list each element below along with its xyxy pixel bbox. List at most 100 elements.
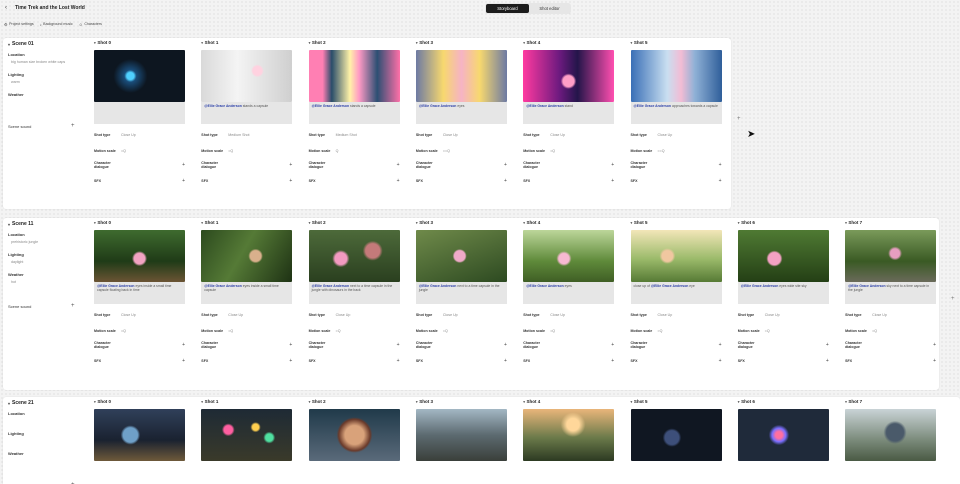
character-mention[interactable]: @Ellie Grace Anderson xyxy=(526,104,563,108)
shot-type-field[interactable]: Shot type Close Up xyxy=(309,312,400,318)
shot-type-field[interactable]: Shot type Close Up xyxy=(631,132,722,138)
add-character-dialogue-button[interactable]: + xyxy=(182,342,185,348)
shot-type-field[interactable]: Shot type Medium Shot xyxy=(201,132,292,138)
sfx-row[interactable]: SFX + xyxy=(94,358,185,364)
shot-description[interactable]: @Ellie Grace Anderson sky next to a time… xyxy=(845,282,937,304)
character-mention[interactable]: @Ellie Grace Anderson xyxy=(741,284,778,288)
shot-image[interactable] xyxy=(94,409,185,461)
shot-description[interactable]: @Ellie Grace Anderson eyes inside a smal… xyxy=(201,282,293,304)
add-character-dialogue-button[interactable]: + xyxy=(719,162,722,168)
add-sfx-button[interactable]: + xyxy=(719,178,722,184)
shot-header[interactable]: ▾ Shot 6 xyxy=(738,399,755,404)
add-shot-button[interactable]: + xyxy=(951,296,955,302)
character-dialogue-row[interactable]: Character dialogue + xyxy=(631,341,722,349)
chevron-down-icon[interactable]: ▾ xyxy=(309,221,311,225)
motion-scale-value[interactable]: =Q xyxy=(336,329,341,333)
add-character-dialogue-button[interactable]: + xyxy=(611,342,614,348)
shot-image[interactable] xyxy=(94,50,185,102)
shot-type-value[interactable]: Close Up xyxy=(228,313,243,317)
motion-scale-value[interactable]: =Q xyxy=(872,329,877,333)
location-field[interactable]: big human size broken white caps xyxy=(11,60,65,64)
chevron-down-icon[interactable]: ▾ xyxy=(8,42,10,47)
shot-image[interactable] xyxy=(845,230,937,282)
motion-scale-value[interactable]: =Q xyxy=(765,329,770,333)
shot-image[interactable] xyxy=(523,409,615,461)
add-sfx-button[interactable]: + xyxy=(397,178,400,184)
lighting-field[interactable]: daylight xyxy=(11,260,23,264)
sfx-row[interactable]: SFX + xyxy=(631,358,722,364)
shot-type-value[interactable]: Close Up xyxy=(121,133,136,137)
shot-type-value[interactable]: Close Up xyxy=(658,133,673,137)
motion-scale-field[interactable]: Motion scale ==Q xyxy=(416,148,507,154)
sfx-row[interactable]: SFX + xyxy=(416,178,507,184)
motion-scale-value[interactable]: =Q xyxy=(121,149,126,153)
character-mention[interactable]: @Ellie Grace Anderson xyxy=(526,284,563,288)
chevron-down-icon[interactable]: ▾ xyxy=(631,221,633,225)
chevron-down-icon[interactable]: ▾ xyxy=(309,41,311,45)
motion-scale-value[interactable]: =Q xyxy=(550,329,555,333)
character-dialogue-row[interactable]: Character dialogue + xyxy=(738,341,829,349)
add-character-dialogue-button[interactable]: + xyxy=(397,162,400,168)
chevron-down-icon[interactable]: ▾ xyxy=(94,41,96,45)
shot-image[interactable] xyxy=(415,230,507,282)
shot-image[interactable] xyxy=(308,409,400,461)
tab-storyboard[interactable]: Storyboard xyxy=(486,4,529,13)
shot-description[interactable]: @Ellie Grace Anderson eyes xyxy=(523,282,615,304)
shot-header[interactable]: ▾ Shot 3 xyxy=(416,220,433,225)
add-character-dialogue-button[interactable]: + xyxy=(182,162,185,168)
character-dialogue-row[interactable]: Character dialogue + xyxy=(845,341,936,349)
shot-image[interactable] xyxy=(630,230,722,282)
character-mention[interactable]: @Ellie Grace Anderson xyxy=(419,104,456,108)
character-dialogue-row[interactable]: Character dialogue + xyxy=(631,161,722,169)
sfx-row[interactable]: SFX + xyxy=(309,178,400,184)
project-settings-button[interactable]: ⚙ Project settings xyxy=(4,20,34,28)
add-character-dialogue-button[interactable]: + xyxy=(611,162,614,168)
shot-description[interactable]: @Ellie Grace Anderson approaches towards… xyxy=(630,102,722,124)
shot-image[interactable] xyxy=(630,409,722,461)
chevron-down-icon[interactable]: ▾ xyxy=(309,400,311,404)
shot-header[interactable]: ▾ Shot 5 xyxy=(631,399,648,404)
tab-shot-editor[interactable]: Shot editor xyxy=(528,4,571,13)
sfx-row[interactable]: SFX + xyxy=(309,358,400,364)
chevron-down-icon[interactable]: ▾ xyxy=(738,400,740,404)
add-sfx-button[interactable]: + xyxy=(826,358,829,364)
shot-image[interactable] xyxy=(308,230,400,282)
shot-header[interactable]: ▾ Shot 0 xyxy=(94,220,111,225)
motion-scale-field[interactable]: Motion scale =Q xyxy=(631,328,722,334)
shot-image[interactable] xyxy=(308,50,400,102)
add-character-dialogue-button[interactable]: + xyxy=(933,342,936,348)
character-dialogue-row[interactable]: Character dialogue + xyxy=(523,341,614,349)
add-character-dialogue-button[interactable]: + xyxy=(504,162,507,168)
shot-header[interactable]: ▾ Shot 3 xyxy=(416,40,433,45)
add-scene-sound-button[interactable]: + xyxy=(71,303,75,309)
character-dialogue-row[interactable]: Character dialogue + xyxy=(309,341,400,349)
add-sfx-button[interactable]: + xyxy=(611,358,614,364)
add-character-dialogue-button[interactable]: + xyxy=(289,162,292,168)
shot-header[interactable]: ▾ Shot 2 xyxy=(309,399,326,404)
shot-header[interactable]: ▾ Shot 1 xyxy=(201,40,218,45)
add-sfx-button[interactable]: + xyxy=(611,178,614,184)
shot-type-value[interactable]: Close Up xyxy=(765,313,780,317)
shot-type-field[interactable]: Shot type Close Up xyxy=(738,312,829,318)
shot-type-field[interactable]: Shot type Close Up xyxy=(631,312,722,318)
add-character-dialogue-button[interactable]: + xyxy=(719,342,722,348)
chevron-down-icon[interactable]: ▾ xyxy=(201,221,203,225)
motion-scale-value[interactable]: =Q xyxy=(443,329,448,333)
shot-header[interactable]: ▾ Shot 4 xyxy=(523,40,540,45)
shot-description[interactable]: @Ellie Grace Anderson stand xyxy=(523,102,615,124)
character-mention[interactable]: @Ellie Grace Anderson xyxy=(204,104,241,108)
chevron-left-icon[interactable]: ‹ xyxy=(5,5,11,11)
chevron-down-icon[interactable]: ▾ xyxy=(523,41,525,45)
sfx-row[interactable]: SFX + xyxy=(201,178,292,184)
add-character-dialogue-button[interactable]: + xyxy=(826,342,829,348)
shot-header[interactable]: ▾ Shot 2 xyxy=(309,40,326,45)
motion-scale-field[interactable]: Motion scale =Q xyxy=(416,328,507,334)
shot-image[interactable] xyxy=(737,409,829,461)
shot-type-value[interactable]: Medium Shot xyxy=(336,133,357,137)
add-sfx-button[interactable]: + xyxy=(397,358,400,364)
character-dialogue-row[interactable]: Character dialogue + xyxy=(416,161,507,169)
chevron-down-icon[interactable]: ▾ xyxy=(631,400,633,404)
chevron-down-icon[interactable]: ▾ xyxy=(416,400,418,404)
motion-scale-value[interactable]: =Q xyxy=(550,149,555,153)
lighting-field[interactable]: warm xyxy=(11,80,20,84)
